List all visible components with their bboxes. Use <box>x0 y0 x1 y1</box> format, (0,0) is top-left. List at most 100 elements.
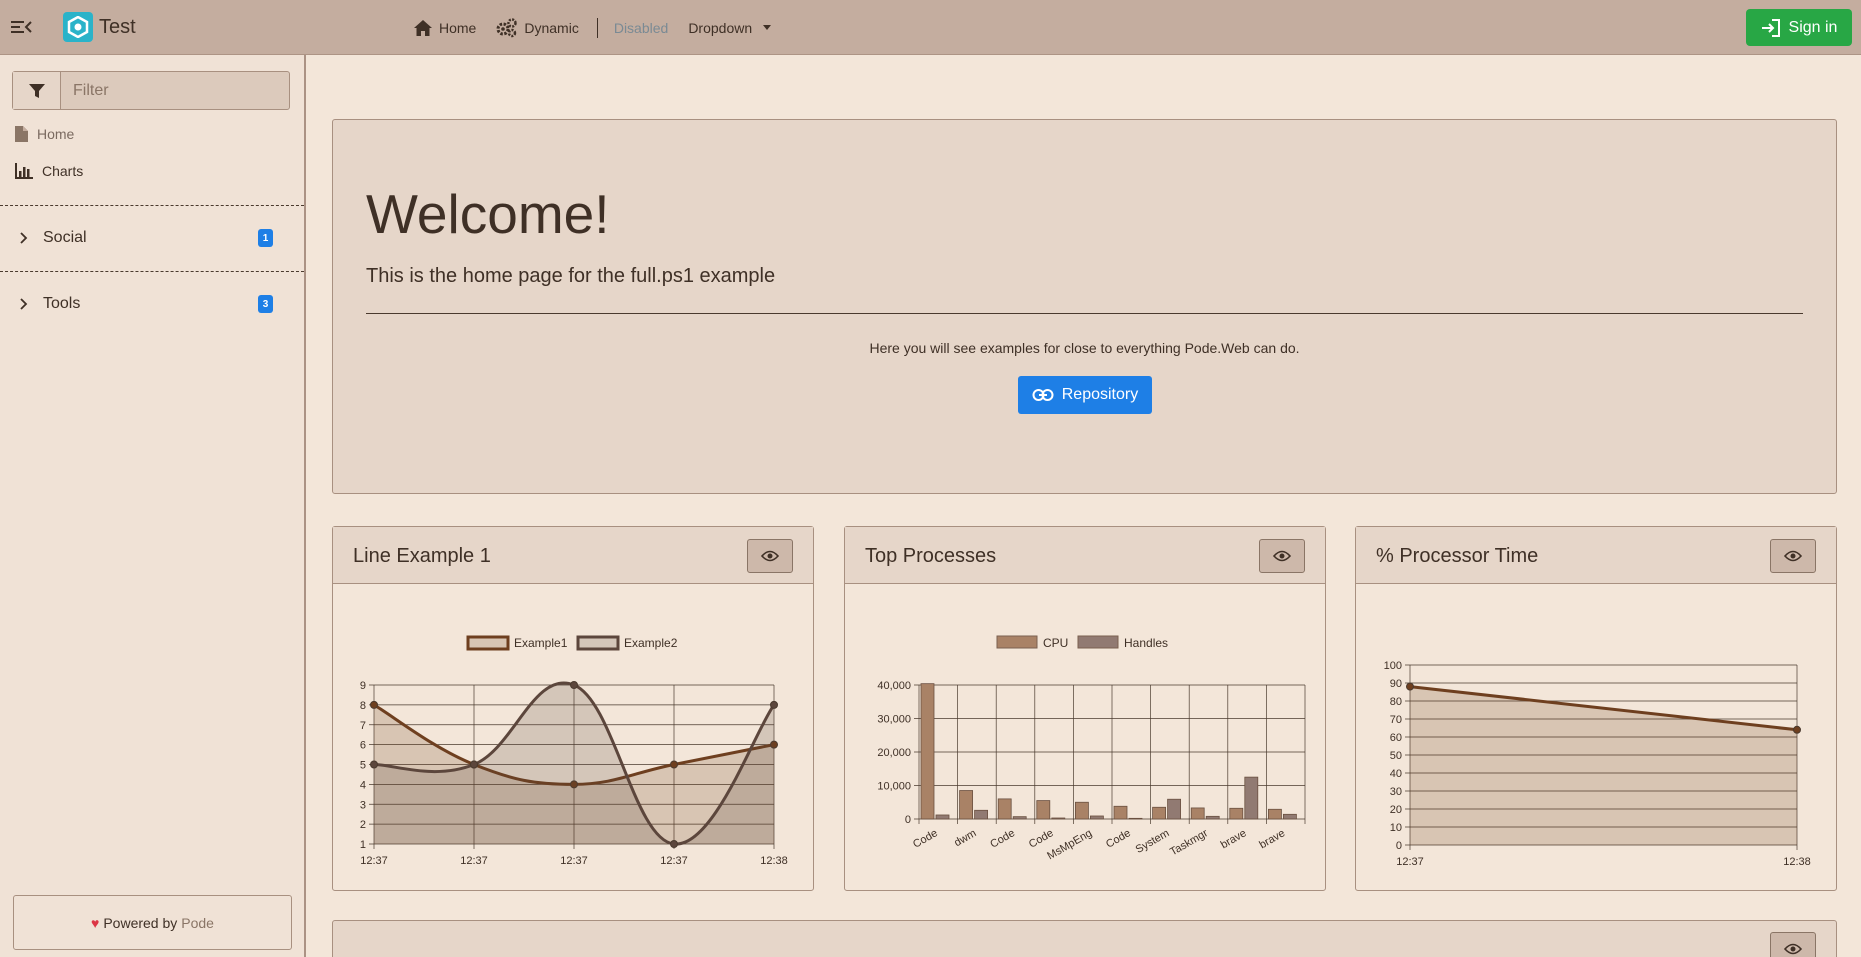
chevron-right-icon <box>20 298 28 310</box>
bar-cpu <box>959 790 973 820</box>
powered-by-text: Powered by <box>103 914 178 931</box>
legend-label: Example2 <box>624 636 678 650</box>
nav-dropdown[interactable]: Dropdown <box>688 20 772 36</box>
sidebar: Home Charts Social 1 Tools 3 ♥ Powered b… <box>0 55 306 957</box>
brand-title: Test <box>99 15 136 38</box>
line-chart: 1 2 3 4 5 6 7 8 9 12:37 12:37 12:37 12:37 12:38 Exampl… <box>360 635 788 867</box>
y-tick-label: 10 <box>1390 822 1402 834</box>
x-tick-label: Code <box>1104 827 1133 851</box>
hero-text: Here you will see examples for close to … <box>869 340 1300 356</box>
chevron-right-icon <box>20 232 28 244</box>
data-point <box>570 681 578 689</box>
y-tick-label: 3 <box>360 799 366 811</box>
y-tick-label: 40,000 <box>877 680 911 692</box>
filter-icon[interactable] <box>13 72 61 109</box>
pode-link[interactable]: Pode <box>181 915 214 931</box>
y-tick-label: 90 <box>1390 678 1402 690</box>
caret-down-icon <box>763 25 772 30</box>
y-tick-label: 7 <box>360 720 366 732</box>
sidebar-item-home[interactable]: Home <box>15 126 74 142</box>
bar-cpu <box>1036 800 1051 820</box>
y-tick-label: 5 <box>360 760 366 772</box>
chart-card-top-processes: Top Processes 0 10,000 20,000 30,000 40,000 C… <box>844 526 1326 891</box>
bar-handles <box>1012 816 1027 820</box>
bar-handles <box>1128 817 1143 820</box>
nav-dynamic-link[interactable]: Dynamic <box>496 17 579 38</box>
data-point <box>470 760 478 769</box>
data-point <box>370 760 378 769</box>
x-tick-label: 12:38 <box>1783 856 1811 868</box>
chart-card-line: Line Example 1 1 2 3 4 5 6 7 8 9 12:37 12:37 12:37 1… <box>332 526 814 891</box>
x-tick-label: 12:37 <box>1396 856 1424 868</box>
data-point <box>1406 682 1414 691</box>
file-icon <box>15 126 28 142</box>
legend-swatch <box>996 635 1038 649</box>
eye-icon[interactable] <box>1770 539 1816 573</box>
sidebar-item-charts[interactable]: Charts <box>15 163 83 179</box>
card-header: % Processor Time <box>1356 527 1836 584</box>
link-icon <box>1032 389 1054 401</box>
bar-handles <box>1205 815 1220 820</box>
legend-swatch <box>1077 635 1119 649</box>
x-tick-label: 12:37 <box>460 855 488 867</box>
legend-label: Handles <box>1124 636 1168 650</box>
sign-in-button[interactable]: Sign in <box>1746 9 1852 46</box>
card-title: Line Example 1 <box>353 545 491 567</box>
eye-icon[interactable] <box>1259 539 1305 573</box>
bar-handles <box>935 814 950 820</box>
sidebar-toggle-icon[interactable] <box>11 17 33 37</box>
chart-bar-icon <box>15 163 33 179</box>
bar-cpu <box>1229 807 1244 820</box>
count-badge: 3 <box>258 295 273 313</box>
bar-cpu <box>1190 807 1205 820</box>
bar-handles <box>974 809 989 820</box>
y-tick-label: 0 <box>1396 840 1402 852</box>
bar-cpu <box>1074 801 1089 820</box>
y-tick-label: 8 <box>360 700 366 712</box>
x-tick-label: 12:37 <box>660 855 688 867</box>
card-title: % Processor Time <box>1376 545 1539 567</box>
bar-cpu <box>1113 805 1128 820</box>
bar-handles <box>1244 776 1259 820</box>
brand[interactable]: Test <box>63 12 136 42</box>
y-tick-label: 100 <box>1384 660 1402 672</box>
sign-in-icon <box>1761 18 1780 37</box>
y-tick-label: 4 <box>360 779 366 791</box>
filter-input[interactable] <box>61 72 289 109</box>
repository-label: Repository <box>1061 386 1139 403</box>
y-tick-label: 0 <box>905 814 911 826</box>
x-tick-label: dwm <box>952 827 978 849</box>
bar-handles <box>1282 813 1297 820</box>
y-tick-label: 20 <box>1390 804 1402 816</box>
card-title: Top Processes <box>865 545 997 567</box>
legend-swatch <box>576 635 620 651</box>
legend-label: CPU <box>1043 636 1068 650</box>
data-point <box>370 700 378 709</box>
x-tick-label: 12:37 <box>360 855 388 867</box>
gears-icon <box>496 17 518 37</box>
eye-icon[interactable] <box>747 539 793 573</box>
data-point <box>1793 725 1801 734</box>
sidebar-group-social[interactable]: Social 1 <box>18 229 273 247</box>
nav-home-link[interactable]: Home <box>413 19 476 37</box>
y-tick-label: 1 <box>360 839 366 851</box>
top-navbar: Test Home Dynamic Disabled Dropdown Sign… <box>0 0 1861 55</box>
y-tick-label: 2 <box>360 819 366 831</box>
welcome-jumbotron: Welcome! This is the home page for the f… <box>332 119 1837 494</box>
bar-handles <box>1167 798 1182 820</box>
x-tick-label: brave <box>1257 827 1287 851</box>
eye-icon[interactable] <box>1770 932 1816 957</box>
bar-handles <box>1051 817 1066 820</box>
nav-disabled-link: Disabled <box>614 20 668 36</box>
y-tick-label: 9 <box>360 680 366 692</box>
y-tick-label: 60 <box>1390 732 1402 744</box>
sidebar-item-label: Home <box>37 126 75 142</box>
sidebar-group-tools[interactable]: Tools 3 <box>18 295 273 313</box>
x-tick-label: brave <box>1219 827 1249 851</box>
repository-button[interactable]: Repository <box>1018 376 1152 414</box>
sidebar-divider <box>0 205 304 206</box>
y-tick-label: 80 <box>1390 696 1402 708</box>
data-point <box>670 840 678 848</box>
nav-dynamic-label: Dynamic <box>524 19 579 36</box>
x-tick-label: Code <box>911 827 940 851</box>
